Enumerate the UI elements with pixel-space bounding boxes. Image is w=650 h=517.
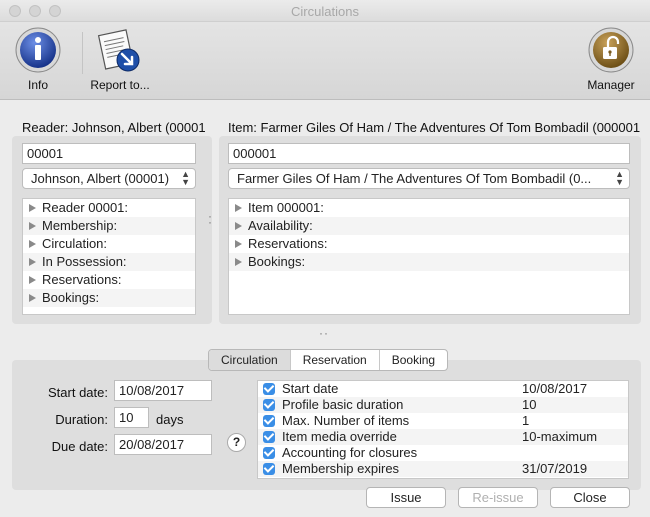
rule-checkbox[interactable] (263, 415, 275, 427)
issue-button[interactable]: Issue (366, 487, 446, 508)
horizontal-split-handle[interactable]: ·· (319, 326, 329, 340)
reader-header: Reader: Johnson, Albert (00001 (22, 120, 206, 135)
rules-list: Start date 10/08/2017 Profile basic dura… (257, 380, 629, 479)
reissue-button[interactable]: Re-issue (458, 487, 538, 508)
start-date-label: Start date: (48, 385, 108, 400)
reader-tree: Reader 00001: Membership: Circulation: I… (22, 198, 196, 315)
item-tree: Item 000001: Availability: Reservations:… (228, 198, 630, 315)
duration-unit-label: days (156, 412, 184, 427)
circulation-tabs: Circulation Reservation Booking (208, 349, 449, 371)
manager-button[interactable]: Manager (587, 26, 635, 92)
tree-item[interactable]: Reservations: (23, 271, 195, 289)
disclosure-triangle-icon[interactable] (29, 294, 36, 302)
tree-item[interactable]: Availability: (229, 217, 629, 235)
window-title: Circulations (291, 4, 359, 19)
duration-label: Duration: (55, 412, 108, 427)
tree-item[interactable]: Item 000001: (229, 199, 629, 217)
tab-reservation[interactable]: Reservation (291, 350, 380, 370)
tree-item[interactable]: Bookings: (23, 289, 195, 307)
disclosure-triangle-icon[interactable] (29, 222, 36, 230)
list-item: Max. Number of items 1 (258, 413, 628, 429)
tree-item[interactable]: In Possession: (23, 253, 195, 271)
help-button[interactable]: ? (227, 433, 246, 452)
disclosure-triangle-icon[interactable] (235, 258, 242, 266)
report-to-label: Report to... (90, 78, 150, 92)
report-icon (97, 29, 140, 72)
title-bar: Circulations (0, 0, 650, 22)
rule-checkbox[interactable] (263, 463, 275, 475)
rule-checkbox[interactable] (263, 447, 275, 459)
unlock-icon (588, 27, 634, 73)
due-date-field[interactable]: 20/08/2017 (114, 434, 212, 455)
rule-checkbox[interactable] (263, 383, 275, 395)
vertical-split-handle[interactable]: · · (208, 210, 213, 228)
rule-checkbox[interactable] (263, 431, 275, 443)
start-date-field[interactable]: 10/08/2017 (114, 380, 212, 401)
manager-label: Manager (587, 78, 635, 92)
disclosure-triangle-icon[interactable] (29, 276, 36, 284)
list-item: Start date 10/08/2017 (258, 381, 628, 397)
list-item: Item media override 10-maximum (258, 429, 628, 445)
list-item: Profile basic duration 10 (258, 397, 628, 413)
reader-id-field[interactable]: 00001 (22, 143, 196, 164)
item-select-value: Farmer Giles Of Ham / The Adventures Of … (237, 171, 592, 186)
list-item: Accounting for closures (258, 445, 628, 461)
toolbar: Info Report to... Manager (0, 22, 650, 100)
reader-select-value: Johnson, Albert (00001) (31, 171, 170, 186)
tree-item[interactable]: Reservations: (229, 235, 629, 253)
info-label: Info (27, 78, 48, 92)
updown-arrows-icon: ▲ ▼ (181, 169, 190, 187)
disclosure-triangle-icon[interactable] (235, 240, 242, 248)
tree-item[interactable]: Circulation: (23, 235, 195, 253)
tab-circulation[interactable]: Circulation (209, 350, 291, 370)
list-item: Membership expires 31/07/2019 (258, 461, 628, 477)
close-button[interactable]: Close (550, 487, 630, 508)
disclosure-triangle-icon[interactable] (235, 222, 242, 230)
due-date-label: Due date: (51, 439, 108, 454)
disclosure-triangle-icon[interactable] (29, 240, 36, 248)
tab-booking[interactable]: Booking (380, 350, 447, 370)
duration-field[interactable]: 10 (114, 407, 149, 428)
updown-arrows-icon: ▲ ▼ (615, 169, 624, 187)
content-area: Reader: Johnson, Albert (00001 00001 Joh… (0, 101, 650, 517)
disclosure-triangle-icon[interactable] (235, 204, 242, 212)
tree-item[interactable]: Bookings: (229, 253, 629, 271)
reader-select[interactable]: Johnson, Albert (00001) ▲ ▼ (22, 168, 196, 189)
toolbar-separator (82, 32, 83, 74)
item-select[interactable]: Farmer Giles Of Ham / The Adventures Of … (228, 168, 630, 189)
item-header: Item: Farmer Giles Of Ham / The Adventur… (228, 120, 641, 135)
tree-item[interactable]: Reader 00001: (23, 199, 195, 217)
info-icon (15, 27, 61, 73)
info-button[interactable]: Info (14, 26, 62, 92)
tree-item[interactable]: Membership: (23, 217, 195, 235)
disclosure-triangle-icon[interactable] (29, 204, 36, 212)
rule-checkbox[interactable] (263, 399, 275, 411)
report-to-button[interactable]: Report to... (90, 26, 150, 92)
disclosure-triangle-icon[interactable] (29, 258, 36, 266)
circulations-window: Circulations Info Report to... Manager R… (0, 0, 650, 517)
item-id-field[interactable]: 000001 (228, 143, 630, 164)
